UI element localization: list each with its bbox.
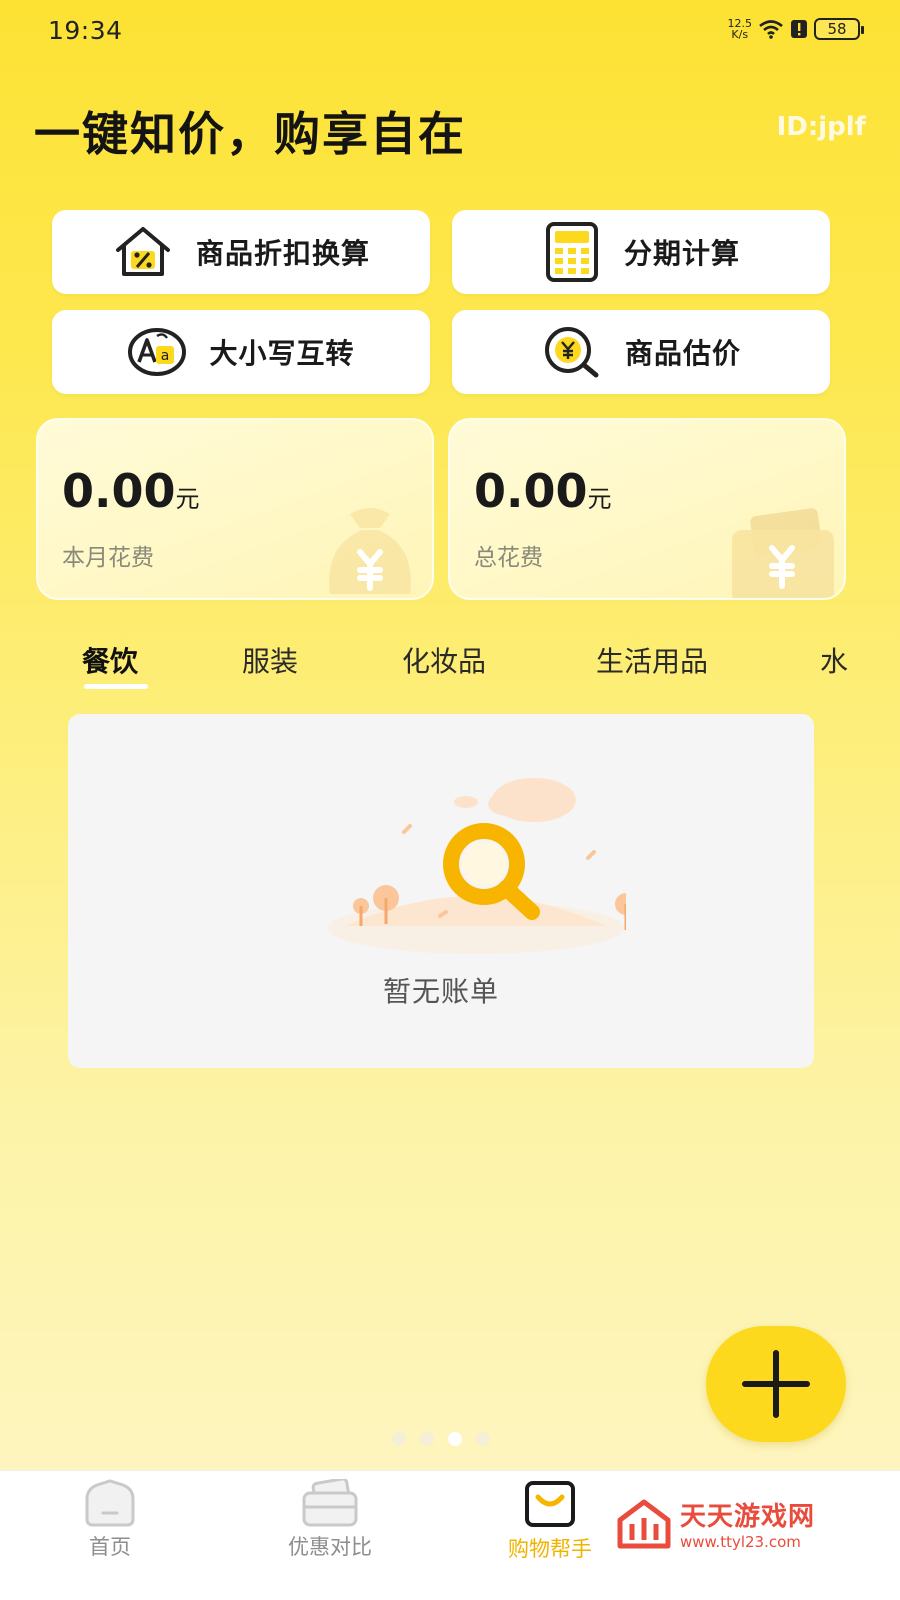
alert-icon — [791, 20, 807, 38]
svg-text:a: a — [161, 348, 170, 364]
discount-house-icon — [115, 227, 170, 276]
tab-catering[interactable]: 餐饮 — [82, 640, 138, 680]
nav-shopping-helper[interactable]: 购物帮手 — [470, 1479, 630, 1563]
pager-dot — [476, 1432, 490, 1446]
money-bag-icon — [329, 508, 411, 594]
pager-dot-active — [448, 1432, 462, 1446]
watermark-title: 天天游戏网 — [680, 1502, 816, 1532]
monthly-spend-label: 本月花费 — [62, 545, 154, 571]
network-speed: 12.5 K/s — [727, 17, 753, 41]
monthly-spend-card[interactable]: 0.00元 本月花费 — [36, 418, 434, 600]
add-bill-button[interactable] — [706, 1326, 846, 1442]
total-spend-value: 0.00元 — [474, 464, 612, 518]
total-spend-label: 总花费 — [474, 545, 543, 571]
tool-label: 大小写互转 — [209, 337, 355, 370]
pager-dot — [420, 1432, 434, 1446]
nav-coupon-compare[interactable]: 优惠对比 — [250, 1479, 410, 1561]
nav-label: 首页 — [89, 1535, 131, 1559]
status-icons: 12.5 K/s 58 — [727, 17, 864, 41]
tab-water[interactable]: 水 — [820, 640, 848, 680]
wifi-icon — [759, 20, 783, 39]
plus-icon — [742, 1350, 810, 1418]
tab-daily-goods[interactable]: 生活用品 — [596, 640, 708, 680]
nav-label: 优惠对比 — [288, 1535, 372, 1559]
empty-search-illustration — [328, 778, 626, 954]
case-convert-icon: a — [128, 328, 187, 376]
page-headline: 一键知价，购享自在 — [34, 107, 466, 161]
status-bar: 19:34 12.5 K/s 58 — [0, 0, 900, 62]
site-watermark: 天天游戏网 www.ttyl23.com — [616, 1496, 815, 1551]
price-search-icon — [544, 327, 599, 378]
total-spend-card[interactable]: 0.00元 总花费 — [448, 418, 846, 600]
case-convert-button[interactable]: a 大小写互转 — [52, 310, 430, 394]
empty-state-text: 暂无账单 — [382, 975, 499, 1008]
tab-cosmetics[interactable]: 化妆品 — [402, 640, 486, 680]
tool-label: 商品估价 — [624, 337, 741, 370]
watermark-logo-icon — [617, 1499, 671, 1548]
bill-list-panel: 暂无账单 — [68, 714, 814, 1068]
pager-dots — [392, 1432, 490, 1446]
nav-home[interactable]: 首页 — [30, 1479, 190, 1561]
discount-convert-button[interactable]: 商品折扣换算 — [52, 210, 430, 294]
coupon-compare-icon — [302, 1479, 358, 1527]
home-icon — [85, 1479, 135, 1527]
monthly-spend-value: 0.00元 — [62, 464, 200, 518]
active-tab-indicator — [84, 684, 148, 689]
watermark-url: www.ttyl23.com — [680, 1533, 801, 1551]
calculator-icon — [545, 222, 598, 282]
tab-clothing[interactable]: 服装 — [242, 640, 298, 680]
user-id: ID:jplf — [776, 112, 866, 142]
shopping-bag-icon — [525, 1481, 575, 1527]
price-estimate-button[interactable]: 商品估价 — [452, 310, 830, 394]
tool-label: 商品折扣换算 — [195, 237, 370, 270]
tool-label: 分期计算 — [623, 237, 740, 270]
pager-dot — [392, 1432, 406, 1446]
nav-label: 购物帮手 — [508, 1537, 592, 1561]
battery-indicator: 58 — [814, 18, 864, 40]
status-time: 19:34 — [48, 16, 123, 45]
installment-calc-button[interactable]: 分期计算 — [452, 210, 830, 294]
wallet-icon — [732, 508, 834, 598]
